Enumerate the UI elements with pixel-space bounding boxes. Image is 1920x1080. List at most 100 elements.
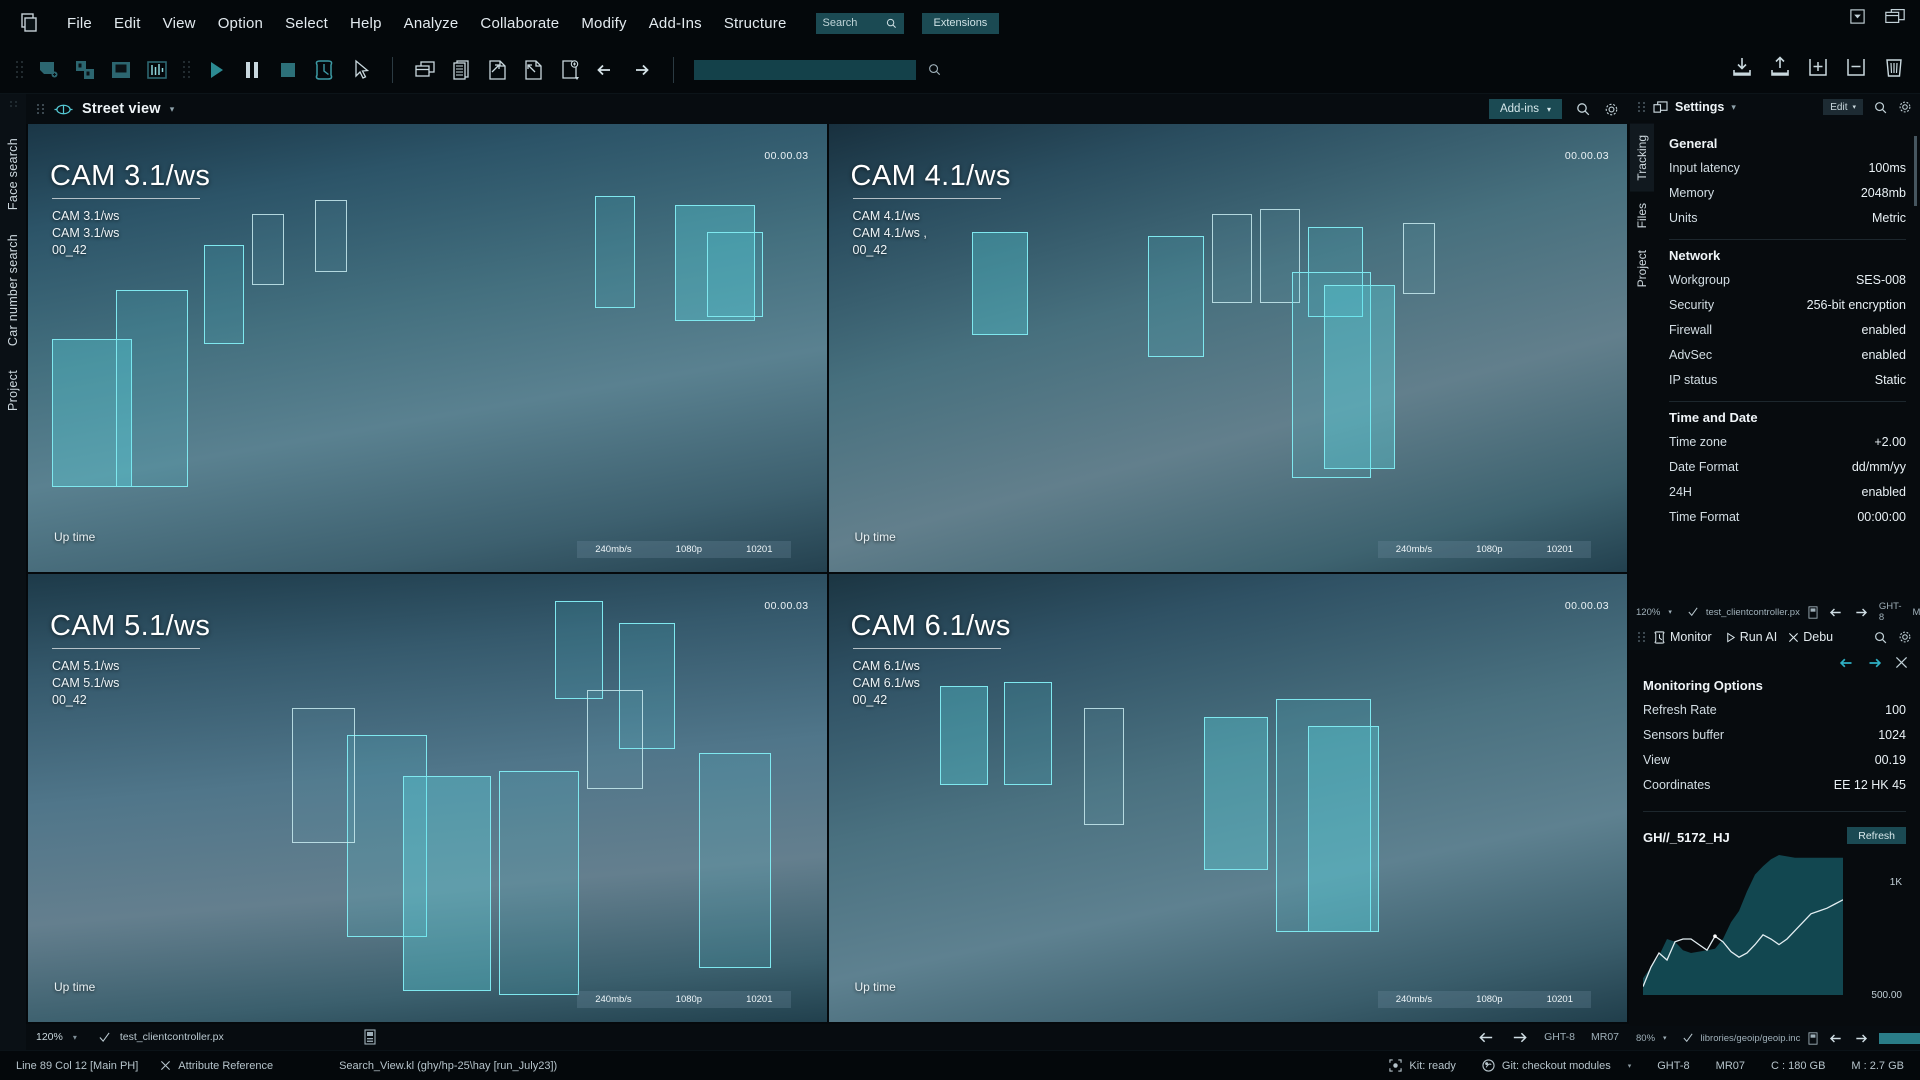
settings-row[interactable]: 24Henabled — [1669, 479, 1906, 504]
detection-bounding-box[interactable] — [555, 601, 603, 700]
run-ai-tab[interactable]: Run AI — [1725, 630, 1778, 644]
left-rail-grip-icon[interactable] — [9, 100, 18, 110]
refresh-button[interactable]: Refresh — [1847, 827, 1906, 844]
new-project-icon[interactable] — [34, 55, 64, 85]
viewport-zoom-chevron-icon[interactable]: ▾ — [73, 1033, 77, 1042]
monitor-search-icon[interactable] — [1874, 631, 1887, 644]
settings-row[interactable]: UnitsMetric — [1669, 205, 1906, 230]
detection-bounding-box[interactable] — [707, 232, 763, 317]
monitor-footer-zoom[interactable]: 80% — [1636, 1033, 1655, 1044]
viewport-grip-icon[interactable] — [36, 103, 45, 115]
menu-item-add-ins[interactable]: Add-Ins — [638, 10, 713, 37]
menu-item-help[interactable]: Help — [339, 10, 393, 37]
detection-bounding-box[interactable] — [1308, 726, 1380, 932]
settings-gear-icon[interactable] — [1898, 100, 1912, 114]
import-file-icon[interactable] — [518, 55, 548, 85]
settings-vtab-tracking[interactable]: Tracking — [1630, 124, 1654, 192]
status-kit[interactable]: Kit: ready — [1389, 1059, 1455, 1072]
settings-chevron-down-icon[interactable]: ▾ — [1731, 102, 1736, 113]
camera-feed-1[interactable]: CAM 3.1/wsCAM 3.1/wsCAM 3.1/ws00_4200.00… — [28, 124, 827, 572]
play-icon[interactable] — [201, 55, 231, 85]
menubar-search[interactable]: Search — [816, 13, 904, 34]
close-x-icon[interactable] — [1788, 632, 1799, 643]
viewport-zoom-level[interactable]: 120% — [36, 1031, 63, 1043]
save-icon[interactable] — [106, 55, 136, 85]
monitor-row[interactable]: Sensors buffer1024 — [1643, 722, 1906, 747]
settings-row-value[interactable]: enabled — [1862, 348, 1907, 362]
menu-item-select[interactable]: Select — [274, 10, 339, 37]
detection-bounding-box[interactable] — [1204, 717, 1268, 869]
detection-bounding-box[interactable] — [1084, 708, 1124, 824]
debug-tab[interactable]: Debu — [1788, 630, 1833, 644]
back-arrow-icon[interactable] — [590, 55, 620, 85]
detection-bounding-box[interactable] — [204, 245, 244, 344]
settings-row-value[interactable]: Static — [1875, 373, 1906, 387]
viewport-prev-icon[interactable] — [1478, 1031, 1495, 1044]
detection-bounding-box[interactable] — [403, 776, 491, 991]
settings-row-value[interactable]: SES-008 — [1856, 273, 1906, 287]
monitor-row[interactable]: View00.19 — [1643, 747, 1906, 772]
settings-row[interactable]: Memory2048mb — [1669, 180, 1906, 205]
rail-tab-project[interactable]: Project — [1, 358, 25, 423]
monitor-row[interactable]: CoordinatesEE 12 HK 45 — [1643, 772, 1906, 797]
detection-bounding-box[interactable] — [1004, 682, 1052, 785]
download-icon[interactable] — [1730, 55, 1754, 79]
menu-item-analyze[interactable]: Analyze — [393, 10, 470, 37]
extensions-button[interactable]: Extensions — [922, 13, 1000, 34]
rail-tab-face-search[interactable]: Face search — [1, 126, 25, 222]
monitor-footer-search-field[interactable] — [1879, 1033, 1920, 1044]
settings-row-value[interactable]: dd/mm/yy — [1852, 460, 1906, 474]
monitor-row-value[interactable]: 00.19 — [1875, 753, 1906, 767]
stop-icon[interactable] — [273, 55, 303, 85]
add-file-icon[interactable] — [554, 55, 584, 85]
settings-row-value[interactable]: enabled — [1862, 485, 1907, 499]
settings-footer-zoom[interactable]: 120% — [1636, 607, 1660, 618]
addins-button[interactable]: Add-ins ▾ — [1489, 99, 1562, 119]
detection-bounding-box[interactable] — [252, 214, 284, 286]
windows-layout-icon[interactable] — [1884, 7, 1906, 25]
settings-row-value[interactable]: +2.00 — [1874, 435, 1906, 449]
detection-bounding-box[interactable] — [1324, 285, 1396, 469]
settings-row[interactable]: Time Format00:00:00 — [1669, 504, 1906, 529]
menu-item-file[interactable]: File — [56, 10, 103, 37]
monitor-tab[interactable]: Monitor — [1653, 630, 1712, 644]
detection-bounding-box[interactable] — [587, 690, 643, 789]
toolbar-search-icon[interactable] — [919, 55, 949, 85]
settings-row[interactable]: IP statusStatic — [1669, 367, 1906, 392]
settings-row[interactable]: Firewallenabled — [1669, 317, 1906, 342]
settings-row[interactable]: WorkgroupSES-008 — [1669, 267, 1906, 292]
documents-icon[interactable] — [446, 55, 476, 85]
status-git[interactable]: Git: checkout modules ▾ — [1482, 1059, 1631, 1072]
detection-bounding-box[interactable] — [499, 771, 579, 995]
pause-icon[interactable] — [237, 55, 267, 85]
monitor-row-value[interactable]: 100 — [1885, 703, 1906, 717]
settings-vtab-files[interactable]: Files — [1630, 192, 1654, 239]
settings-row-value[interactable]: 256-bit encryption — [1807, 298, 1906, 312]
rail-tab-car-number-search[interactable]: Car number search — [1, 222, 25, 358]
settings-footer-next-icon[interactable] — [1854, 607, 1868, 618]
status-attribute-reference[interactable]: Attribute Reference — [160, 1060, 273, 1072]
settings-edit-button[interactable]: Edit ▾ — [1823, 99, 1863, 115]
monitor-footer-prev-icon[interactable] — [1829, 1033, 1843, 1044]
chevron-down-icon[interactable]: ▾ — [170, 104, 175, 115]
camera-feed-2[interactable]: CAM 4.1/wsCAM 4.1/wsCAM 4.1/ws ,00_4200.… — [829, 124, 1628, 572]
settings-vtab-project[interactable]: Project — [1630, 239, 1654, 298]
status-git-chevron-icon[interactable]: ▾ — [1628, 1062, 1632, 1070]
remove-item-icon[interactable] — [1844, 55, 1868, 79]
toolbar-search-input[interactable] — [694, 60, 916, 80]
menu-item-option[interactable]: Option — [207, 10, 274, 37]
menu-item-structure[interactable]: Structure — [713, 10, 798, 37]
settings-search-icon[interactable] — [1874, 101, 1887, 114]
detection-bounding-box[interactable] — [1212, 214, 1252, 304]
settings-row[interactable]: Input latency100ms — [1669, 155, 1906, 180]
settings-row-value[interactable]: 100ms — [1868, 161, 1906, 175]
viewport-file-name[interactable]: test_clientcontroller.px — [120, 1031, 224, 1043]
detection-bounding-box[interactable] — [699, 753, 771, 968]
detection-bounding-box[interactable] — [116, 290, 188, 487]
monitor-row-value[interactable]: EE 12 HK 45 — [1834, 778, 1906, 792]
settings-row[interactable]: Time zone+2.00 — [1669, 429, 1906, 454]
settings-footer-prev-icon[interactable] — [1829, 607, 1843, 618]
detection-bounding-box[interactable] — [595, 196, 635, 308]
detection-bounding-box[interactable] — [1148, 236, 1204, 357]
monitor-row[interactable]: Refresh Rate100 — [1643, 697, 1906, 722]
